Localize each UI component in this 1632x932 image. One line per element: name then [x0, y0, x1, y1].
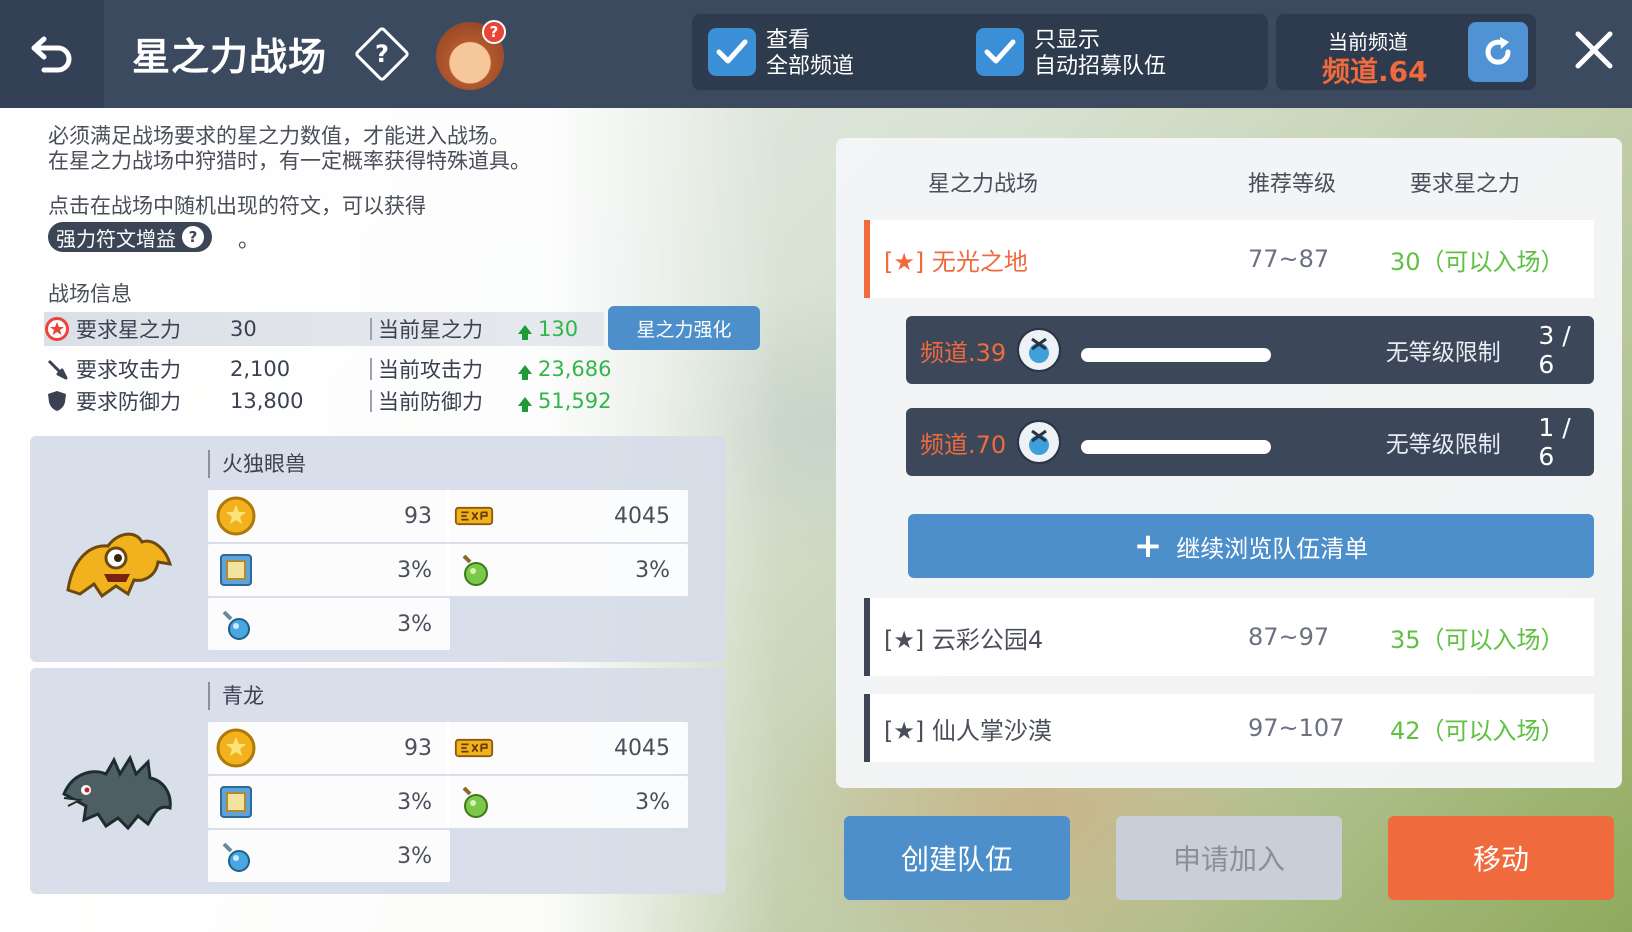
increase-arrow-icon — [518, 396, 532, 412]
monster-name: 青龙 — [208, 682, 264, 710]
rune-buff-label: 强力符文增益 — [56, 226, 176, 251]
move-button[interactable]: 移动 — [1388, 816, 1614, 900]
star-force-enhance-button[interactable]: 星之力强化 — [608, 306, 760, 350]
battlefield-description: 必须满足战场要求的星之力数值，才能进入战场。 在星之力战场中狩猎时，有一定概率获… — [48, 124, 531, 173]
green-potion-icon — [454, 782, 494, 822]
close-button[interactable] — [1566, 22, 1622, 78]
drop-potion: 3% — [446, 544, 688, 596]
refresh-button[interactable] — [1468, 22, 1528, 82]
refresh-icon — [1485, 37, 1511, 65]
gold-coin-icon — [216, 728, 256, 768]
view-all-channels-label: 查看 全部频道 — [766, 28, 855, 79]
column-header-field: 星之力战场 — [928, 172, 1039, 197]
column-header-requirement: 要求星之力 — [1410, 172, 1521, 197]
plus-icon: + — [1133, 526, 1163, 566]
scroll-icon — [216, 782, 256, 822]
field-row-selected[interactable]: [★] 无光之地 77~87 30（可以入场） — [864, 220, 1594, 298]
field-row[interactable]: [★] 仙人掌沙漠 97~107 42（可以入场） — [864, 694, 1594, 762]
checkmark-icon — [984, 39, 1016, 64]
current-channel-value: 频道.64 — [1322, 55, 1428, 88]
stat-row-attack: 要求攻击力 2,100 当前攻击力 23,686 — [44, 352, 611, 386]
gold-coin-icon — [216, 496, 256, 536]
drop-bottle: 3% — [208, 830, 450, 882]
apply-join-button[interactable]: 申请加入 — [1116, 816, 1342, 900]
drop-bottle: 3% — [208, 598, 450, 650]
drop-gold: 93 — [208, 722, 450, 774]
increase-arrow-icon — [518, 364, 532, 380]
create-party-button[interactable]: 创建队伍 — [844, 816, 1070, 900]
party-title-redacted — [1073, 428, 1360, 456]
mascot-guide-icon[interactable]: ? — [436, 20, 506, 90]
party-title-redacted — [1073, 336, 1360, 364]
help-icon: ? — [182, 226, 204, 248]
page-title: 星之力战场 — [132, 35, 328, 79]
monster-card: 青龙 93 4045 3% 3% 3% — [30, 668, 726, 894]
drop-exp: 4045 — [446, 722, 688, 774]
field-row[interactable]: [★] 云彩公园4 87~97 35（可以入场） — [864, 598, 1594, 676]
current-channel-box: 当前频道 频道.64 — [1276, 14, 1536, 90]
rune-description: 点击在战场中随机出现的符文，可以获得 — [48, 194, 426, 218]
back-arrow-icon — [31, 36, 72, 73]
battlefield-info-label: 战场信息 — [48, 282, 132, 306]
party-leader-avatar — [1017, 420, 1061, 464]
browse-party-list-button[interactable]: + 继续浏览队伍清单 — [908, 514, 1594, 578]
blue-bottle-icon — [216, 836, 256, 876]
monster-card: 火独眼兽 93 4045 3% 3% 3% — [30, 436, 726, 662]
exp-icon — [454, 728, 494, 768]
shield-icon — [44, 388, 70, 414]
drop-exp: 4045 — [446, 490, 688, 542]
green-potion-icon — [454, 550, 494, 590]
star-badge-icon — [44, 316, 70, 342]
battlefield-list-panel: 星之力战场 推荐等级 要求星之力 [★] 无光之地 77~87 30（可以入场）… — [836, 138, 1622, 788]
auto-recruit-only-label: 只显示 自动招募队伍 — [1034, 28, 1167, 79]
exp-icon — [454, 496, 494, 536]
drop-gold: 93 — [208, 490, 450, 542]
stat-row-star-force: 要求星之力 30 当前星之力 130 — [44, 312, 604, 346]
view-all-channels-checkbox[interactable] — [708, 28, 756, 76]
increase-arrow-icon — [518, 324, 532, 340]
close-icon — [1575, 31, 1613, 69]
auto-recruit-only-checkbox[interactable] — [976, 28, 1024, 76]
party-leader-avatar — [1017, 328, 1061, 372]
party-row[interactable]: 频道.39 无等级限制 3 / 6 — [906, 316, 1594, 384]
channel-filter-box: 查看 全部频道 只显示 自动招募队伍 — [692, 14, 1268, 90]
scroll-icon — [216, 550, 256, 590]
top-bar: 星之力战场 ? ? 查看 全部频道 只显示 自动招募队伍 当前频道 频道.64 — [0, 0, 1632, 108]
party-row[interactable]: 频道.70 无等级限制 1 / 6 — [906, 408, 1594, 476]
checkmark-icon — [716, 39, 748, 64]
monster-name: 火独眼兽 — [208, 450, 306, 478]
back-button[interactable] — [0, 0, 104, 108]
blue-dragon-icon — [58, 734, 178, 844]
drop-potion: 3% — [446, 776, 688, 828]
drop-scroll: 3% — [208, 544, 450, 596]
sword-icon — [44, 356, 70, 382]
fire-monster-icon — [58, 502, 178, 612]
help-icon[interactable]: ? — [353, 25, 411, 83]
blue-bottle-icon — [216, 604, 256, 644]
rune-period: 。 — [238, 228, 261, 253]
drop-scroll: 3% — [208, 776, 450, 828]
rune-buff-chip[interactable]: 强力符文增益 ? — [48, 222, 212, 252]
column-header-level: 推荐等级 — [1248, 172, 1337, 197]
stat-row-defense: 要求防御力 13,800 当前防御力 51,592 — [44, 384, 611, 418]
